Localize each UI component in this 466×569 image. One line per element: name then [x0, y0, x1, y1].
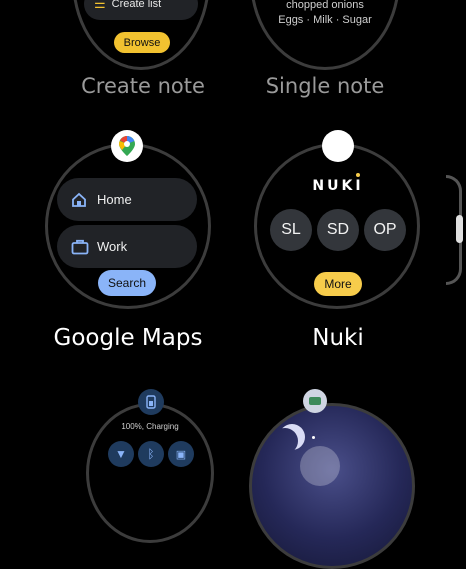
- nuki-button-op[interactable]: OP: [364, 209, 406, 251]
- nuki-label: Nuki: [312, 325, 364, 351]
- maps-app-icon: [111, 130, 143, 162]
- wifi-toggle[interactable]: ▼: [108, 441, 134, 467]
- briefcase-icon: [71, 239, 89, 254]
- sleep-button[interactable]: [300, 446, 340, 486]
- wifi-icon: ▼: [115, 447, 127, 461]
- star-icon: [312, 436, 315, 439]
- nuki-brand: NUKI: [312, 178, 364, 194]
- lock-icon: ▣: [175, 448, 187, 461]
- google-maps-label: Google Maps: [53, 325, 203, 351]
- battery-status: 100%, Charging: [121, 422, 179, 431]
- browse-label: Browse: [123, 36, 161, 49]
- night-tile[interactable]: [249, 403, 415, 569]
- bed-icon: [309, 397, 321, 405]
- map-pin-icon: [119, 136, 135, 156]
- nuki-button-sl[interactable]: SL: [270, 209, 312, 251]
- bluetooth-toggle[interactable]: ᛒ: [138, 441, 164, 467]
- bluetooth-icon: ᛒ: [147, 447, 155, 461]
- nuki-brand-dot: [356, 173, 360, 177]
- home-shortcut[interactable]: Home: [57, 178, 197, 221]
- nuki-button-sd-label: SD: [326, 221, 350, 238]
- single-note-label: Single note: [265, 74, 385, 98]
- home-label: Home: [97, 192, 132, 207]
- scrollbar-thumb[interactable]: [456, 215, 463, 243]
- sleep-app-icon: [303, 389, 327, 413]
- nuki-app-icon: [322, 130, 354, 162]
- home-icon: [72, 192, 86, 207]
- search-label: Search: [107, 276, 147, 290]
- browse-button[interactable]: Browse: [114, 32, 170, 53]
- create-list-button[interactable]: ☰ Create list: [84, 0, 198, 20]
- moon-icon: [272, 428, 298, 454]
- work-shortcut[interactable]: Work: [57, 225, 197, 268]
- phone-battery-icon: [138, 389, 164, 415]
- more-button[interactable]: More: [314, 272, 362, 296]
- nuki-button-sd[interactable]: SD: [317, 209, 359, 251]
- note-line-1: chopped onions: [286, 0, 364, 11]
- checklist-icon: ☰: [94, 0, 106, 11]
- nuki-button-sl-label: SL: [281, 221, 301, 238]
- search-button[interactable]: Search: [98, 270, 156, 296]
- create-note-label: Create note: [81, 74, 205, 98]
- lock-toggle[interactable]: ▣: [168, 441, 194, 467]
- nuki-button-op-label: OP: [373, 221, 397, 238]
- more-label: More: [324, 277, 352, 291]
- create-list-label: Create list: [111, 0, 162, 10]
- note-line-2: Eggs · Milk · Sugar: [278, 14, 372, 26]
- work-label: Work: [97, 239, 128, 254]
